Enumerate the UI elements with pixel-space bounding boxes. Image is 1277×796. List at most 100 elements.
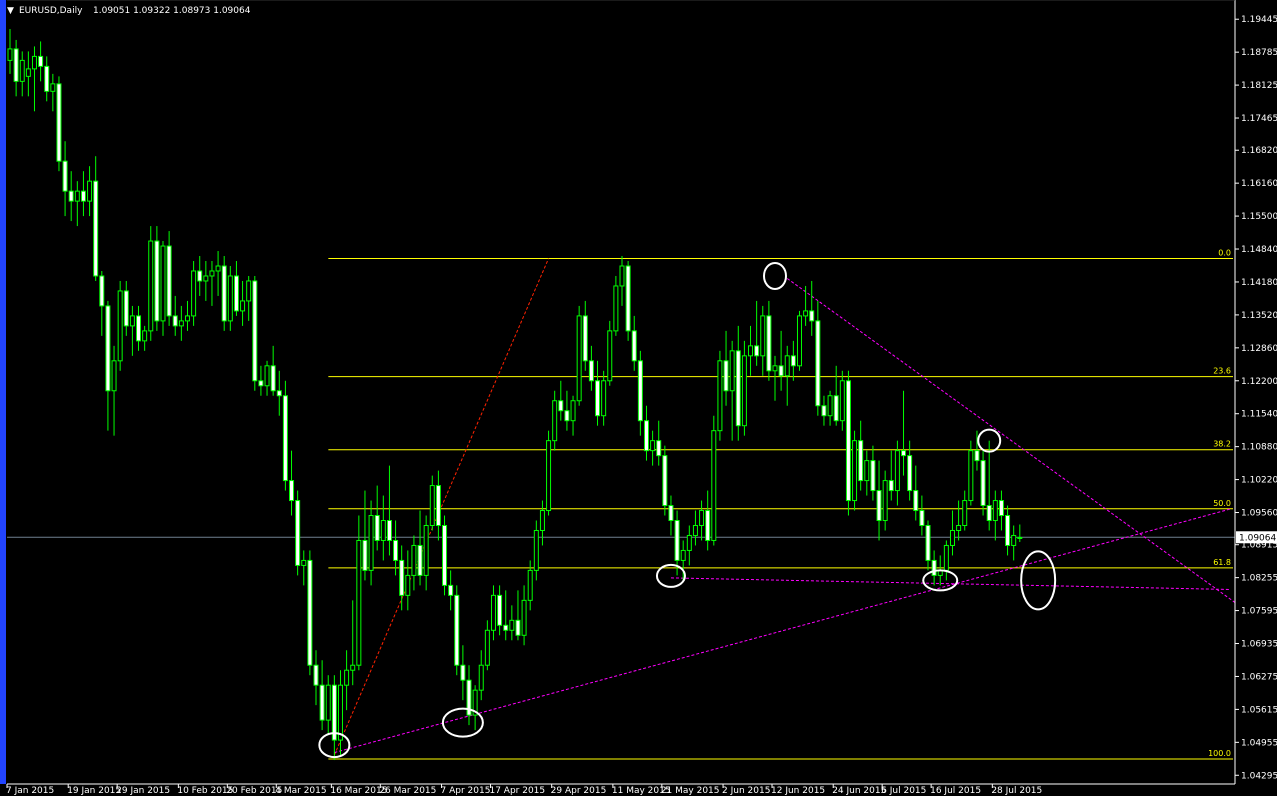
bear-candle-body bbox=[44, 65, 50, 92]
bull-candle-body bbox=[827, 395, 833, 417]
date-tick-label: 7 Apr 2015 bbox=[441, 786, 491, 796]
price-tick-label: 1.07595 bbox=[1241, 607, 1277, 617]
bear-candle-body bbox=[845, 380, 851, 502]
bull-candle-body bbox=[864, 460, 870, 482]
bear-candle-body bbox=[925, 524, 931, 561]
fib-level-label: 0.0 bbox=[1218, 249, 1231, 258]
date-tick-label: 28 Jul 2015 bbox=[991, 786, 1042, 796]
bull-candle-body bbox=[368, 515, 374, 571]
bull-candle-body bbox=[686, 534, 692, 551]
bull-candle-body bbox=[209, 270, 215, 277]
bull-candle-body bbox=[527, 569, 533, 601]
bear-candle-body bbox=[252, 280, 258, 382]
bear-candle-body bbox=[270, 365, 276, 392]
date-tick-label: 10 Feb 2015 bbox=[177, 786, 233, 796]
bull-candle-body bbox=[129, 315, 135, 327]
menu-arrow-icon[interactable]: ▼ bbox=[7, 6, 14, 16]
chart-title-bar[interactable]: ▼ EURUSD,Daily 1.09051 1.09322 1.08973 1… bbox=[7, 6, 251, 16]
candle bbox=[796, 310, 802, 371]
symbol-title: EURUSD,Daily bbox=[19, 6, 83, 16]
bull-candle-body bbox=[650, 440, 656, 452]
candle bbox=[968, 440, 974, 506]
bear-candle-body bbox=[56, 83, 62, 162]
bear-candle-body bbox=[833, 395, 839, 422]
bull-candle-body bbox=[882, 480, 888, 522]
price-chart[interactable]: 0.0 23.6 38.2 50.0 61.8 100.0 1.19445 1.18785 1… bbox=[0, 0, 1277, 796]
date-tick-label: 12 Jun 2015 bbox=[771, 786, 825, 796]
bear-candle-body bbox=[974, 450, 980, 462]
bear-candle-body bbox=[643, 420, 649, 452]
bull-candle-body bbox=[178, 320, 184, 327]
bear-candle-body bbox=[154, 240, 160, 322]
bull-candle-body bbox=[570, 400, 576, 422]
bear-candle-body bbox=[980, 460, 986, 507]
price-tick-label: 1.05615 bbox=[1241, 705, 1277, 715]
bull-candle-body bbox=[411, 544, 417, 576]
date-tick-label: 16 Jul 2015 bbox=[930, 786, 981, 796]
bear-candle-body bbox=[582, 315, 588, 362]
candle bbox=[607, 320, 613, 386]
date-tick-label: 24 Jun 2015 bbox=[832, 786, 886, 796]
bear-candle-body bbox=[313, 664, 319, 686]
bear-candle-body bbox=[821, 405, 827, 417]
candle bbox=[56, 76, 62, 172]
bull-candle-body bbox=[380, 520, 386, 541]
bear-candle-body bbox=[870, 460, 876, 492]
current-price-badge: 1.09064 bbox=[1236, 531, 1277, 544]
bear-candle-body bbox=[497, 594, 503, 626]
current-price-label: 1.09064 bbox=[1239, 533, 1276, 543]
bear-candle-body bbox=[399, 559, 405, 596]
bull-candle-body bbox=[1011, 534, 1017, 546]
price-tick-label: 1.14180 bbox=[1241, 278, 1277, 288]
bull-candle-body bbox=[852, 440, 858, 502]
bull-candle-body bbox=[356, 539, 362, 666]
candle bbox=[227, 265, 233, 331]
fib-level-label: 23.6 bbox=[1213, 367, 1231, 376]
bull-candle-body bbox=[741, 355, 747, 427]
bull-candle-body bbox=[490, 594, 496, 631]
bull-candle-body bbox=[74, 190, 80, 202]
bear-candle-body bbox=[295, 500, 301, 566]
bull-candle-body bbox=[601, 380, 607, 417]
bull-candle-body bbox=[894, 450, 900, 492]
price-tick-label: 1.18785 bbox=[1241, 48, 1277, 58]
fib-level-label: 61.8 bbox=[1213, 558, 1231, 567]
price-tick-label: 1.09560 bbox=[1241, 509, 1277, 519]
bear-candle-body bbox=[276, 390, 282, 397]
bear-candle-body bbox=[166, 245, 172, 317]
bull-candle-body bbox=[7, 48, 13, 61]
bull-candle-body bbox=[772, 365, 778, 372]
date-tick-label: 20 Feb 2015 bbox=[226, 786, 282, 796]
bear-candle-body bbox=[105, 305, 111, 392]
candle bbox=[980, 450, 986, 516]
bull-candle-body bbox=[337, 684, 343, 741]
bear-candle-body bbox=[62, 160, 68, 192]
bull-candle-body bbox=[31, 55, 37, 70]
candle bbox=[282, 380, 288, 491]
bull-candle-body bbox=[784, 355, 790, 377]
bear-candle-body bbox=[331, 684, 337, 741]
bull-candle-body bbox=[344, 669, 350, 686]
price-tick-label: 1.04295 bbox=[1241, 771, 1277, 781]
bear-candle-body bbox=[723, 360, 729, 392]
bear-candle-body bbox=[888, 480, 894, 492]
bull-candle-body bbox=[521, 599, 527, 636]
candle bbox=[148, 226, 154, 341]
date-tick-label: 6 Jul 2015 bbox=[881, 786, 926, 796]
bull-candle-body bbox=[711, 430, 717, 541]
price-tick-label: 1.16820 bbox=[1241, 146, 1277, 156]
bull-candle-body bbox=[943, 544, 949, 571]
bear-candle-body bbox=[766, 315, 772, 372]
date-tick-label: 17 Apr 2015 bbox=[489, 786, 545, 796]
price-tick-label: 1.08255 bbox=[1241, 574, 1277, 584]
bull-candle-body bbox=[423, 524, 429, 576]
bull-candle-body bbox=[484, 629, 490, 666]
candle bbox=[295, 490, 301, 576]
date-tick-label: 19 Jan 2015 bbox=[67, 786, 121, 796]
bull-candle-body bbox=[246, 280, 252, 302]
bear-candle-body bbox=[454, 594, 460, 666]
bear-candle-body bbox=[674, 520, 680, 561]
bull-candle-body bbox=[760, 315, 766, 357]
bear-candle-body bbox=[319, 684, 325, 721]
bull-candle-body bbox=[478, 664, 484, 691]
